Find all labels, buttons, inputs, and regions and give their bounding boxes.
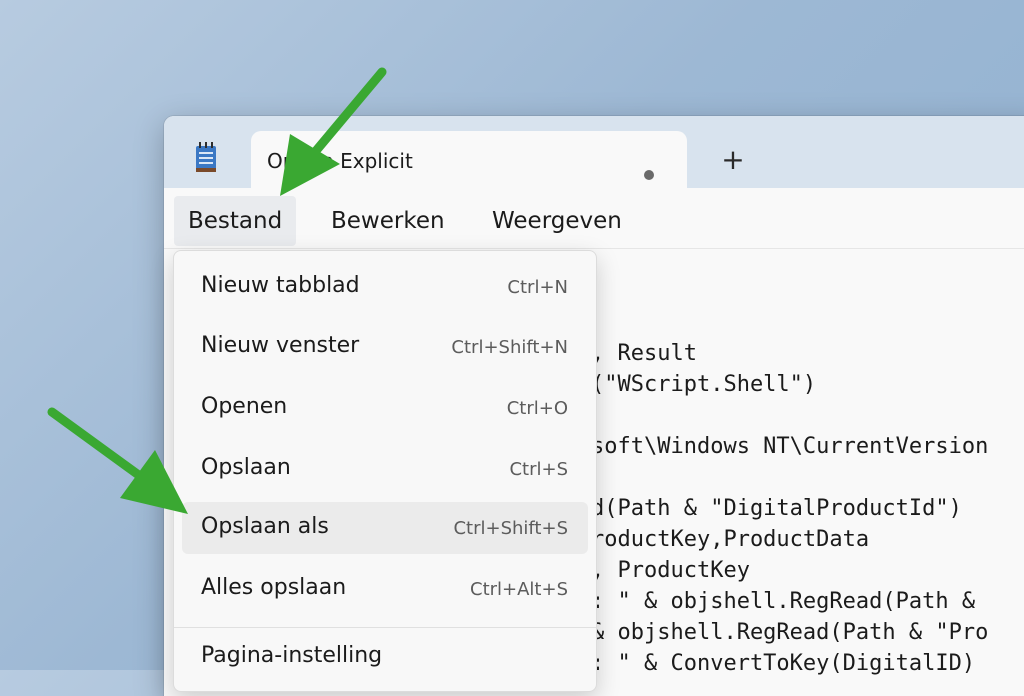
code-line: soft\Windows NT\CurrentVersion [591,434,989,459]
menu-item-shortcut: Ctrl+S [509,459,568,480]
menu-separator [174,627,596,628]
menu-bestand[interactable]: Bestand [174,196,297,246]
menu-weergeven[interactable]: Weergeven [478,196,636,246]
menu-item-label: Pagina-instelling [201,643,383,668]
menu-bewerken[interactable]: Bewerken [317,196,459,246]
title-bar: Option Explicit + [164,116,1024,189]
menu-item-opslaan[interactable]: Opslaan Ctrl+S [182,443,588,495]
menu-item-nieuw-venster[interactable]: Nieuw venster Ctrl+Shift+N [182,321,588,373]
notepad-icon [196,142,216,172]
menu-item-pagina-instelling[interactable]: Pagina-instelling [182,631,588,683]
menu-item-shortcut: Ctrl+Alt+S [470,579,568,600]
menu-item-label: Nieuw venster [201,333,360,358]
menu-item-openen[interactable]: Openen Ctrl+O [182,382,588,434]
tab-option-explicit[interactable]: Option Explicit [251,131,687,189]
code-line: roductKey,ProductData [591,527,870,552]
menu-item-label: Nieuw tabblad [201,273,360,298]
tab-title: Option Explicit [267,149,413,173]
menu-item-shortcut: Ctrl+N [507,277,568,298]
code-line: & objshell.RegRead(Path & "Pro [591,620,989,645]
code-line: : " & ConvertToKey(DigitalID) [591,651,976,676]
menu-item-alles-opslaan[interactable]: Alles opslaan Ctrl+Alt+S [182,563,588,615]
code-line: , Result [591,341,697,366]
code-line: , ProductKey [591,558,750,583]
menu-item-opslaan-als[interactable]: Opslaan als Ctrl+Shift+S [182,502,588,554]
menu-item-label: Alles opslaan [201,575,347,600]
code-line: : " & objshell.RegRead(Path & [591,589,976,614]
menu-item-nieuw-tabblad[interactable]: Nieuw tabblad Ctrl+N [182,261,588,313]
code-line: d(Path & "DigitalProductId") [591,496,962,521]
code-line: ("WScript.Shell") [591,372,817,397]
menu-item-shortcut: Ctrl+O [506,398,568,419]
menu-item-label: Openen [201,394,288,419]
file-menu-dropdown: Nieuw tabblad Ctrl+N Nieuw venster Ctrl+… [173,250,597,692]
unsaved-dot-icon[interactable] [644,170,654,180]
plus-icon[interactable]: + [719,146,747,174]
menu-item-shortcut: Ctrl+Shift+N [451,337,568,358]
menu-item-shortcut: Ctrl+Shift+S [453,518,568,539]
menu-bar: Bestand Bewerken Weergeven [164,188,1024,249]
menu-item-label: Opslaan als [201,514,329,539]
menu-item-label: Opslaan [201,455,291,480]
